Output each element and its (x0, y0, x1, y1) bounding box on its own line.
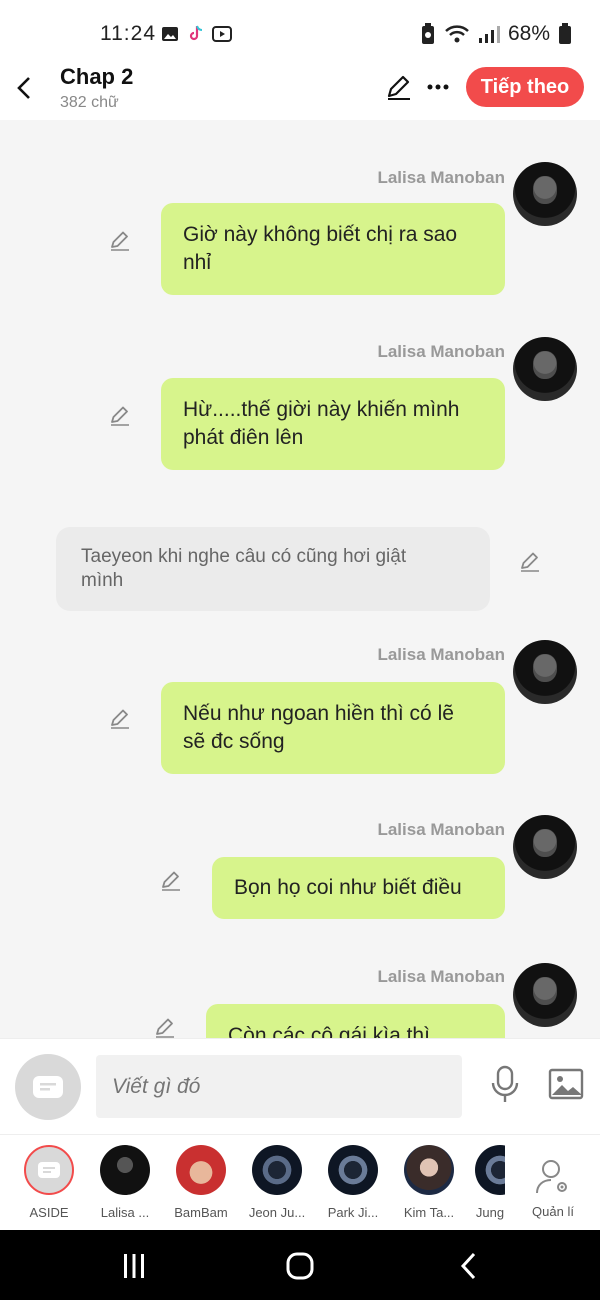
status-time: 11:24 (100, 22, 156, 45)
character-jeon[interactable]: Jeon Ju... (247, 1145, 307, 1220)
narration-line: Taeyeon khi nghe câu có cũng hơi giật (81, 546, 407, 567)
message-bubble[interactable]: Nếu như ngoan hiền thì có lẽ sẽ đc sống (161, 682, 505, 774)
sender-name: Lalisa Manoban (377, 645, 505, 664)
edit-pencil-icon[interactable] (518, 549, 542, 573)
avatar (100, 1145, 150, 1195)
back-button[interactable] (10, 70, 38, 106)
next-chapter-button[interactable]: Tiếp theo (466, 67, 584, 107)
avatar (24, 1145, 74, 1195)
character-label: ASIDE (29, 1205, 69, 1220)
message-line: sẽ đc sống (183, 730, 285, 753)
character-park[interactable]: Park Ji... (323, 1145, 383, 1220)
character-label: Lalisa ... (100, 1205, 150, 1220)
avatar[interactable] (513, 640, 577, 704)
page-title: Chap 2 (60, 64, 134, 89)
character-label: Kim Ta... (403, 1205, 455, 1220)
battery-icon (559, 23, 571, 44)
character-label: Jung (475, 1205, 505, 1220)
edit-pencil-icon[interactable] (159, 868, 183, 892)
avatar (176, 1145, 226, 1195)
battery-percent: 68% (507, 22, 550, 45)
message-line: phát điên lên (183, 426, 304, 449)
battery-saver-icon (421, 23, 434, 44)
message-bubble[interactable]: Giờ này không biết chị ra sao nhỉ (161, 203, 505, 295)
narration-line: mình (81, 570, 124, 591)
system-nav-bar (0, 1230, 600, 1300)
status-left-icons (160, 24, 232, 44)
edit-pencil-icon[interactable] (108, 706, 132, 730)
status-bar: 11:24 68% (0, 0, 600, 62)
gallery-icon (162, 27, 178, 41)
chevron-left-icon (17, 77, 30, 99)
image-icon[interactable] (548, 1067, 584, 1101)
character-aside[interactable]: ASIDE (19, 1145, 79, 1220)
narration-bubble[interactable]: Taeyeon khi nghe câu có cũng hơi giật mì… (56, 527, 490, 611)
wifi-icon (445, 25, 469, 43)
manage-characters-button[interactable]: Quản lí (520, 1145, 586, 1219)
sender-name: Lalisa Manoban (377, 820, 505, 839)
message-line: Còn các cô gái kìa thì (228, 1024, 430, 1038)
composer (0, 1038, 600, 1134)
character-strip: ASIDE Lalisa ... BamBam Jeon Ju... Park … (0, 1134, 600, 1230)
sender-name: Lalisa Manoban (377, 168, 505, 187)
more-button[interactable] (424, 72, 452, 102)
signal-icon (478, 26, 500, 43)
edit-pencil-icon[interactable] (153, 1015, 177, 1038)
word-count: 382 chữ (60, 94, 119, 111)
pencil-icon (387, 75, 410, 100)
avatar (475, 1145, 505, 1195)
avatar (328, 1145, 378, 1195)
edit-pencil-icon[interactable] (108, 403, 132, 427)
character-label: BamBam (174, 1205, 228, 1220)
aside-toggle-button[interactable] (15, 1054, 81, 1120)
person-settings-icon (536, 1160, 567, 1194)
avatar[interactable] (513, 162, 577, 226)
avatar (404, 1145, 454, 1195)
avatar[interactable] (513, 815, 577, 879)
character-jung[interactable]: Jung (475, 1145, 505, 1220)
character-kim[interactable]: Kim Ta... (399, 1145, 459, 1220)
avatar[interactable] (513, 337, 577, 401)
sender-name: Lalisa Manoban (377, 342, 505, 361)
narration-icon (33, 1076, 63, 1098)
status-right: 68% (420, 22, 572, 46)
edit-pencil-icon[interactable] (108, 228, 132, 252)
narration-icon (38, 1162, 60, 1178)
back-nav-icon[interactable] (454, 1250, 486, 1282)
message-line: Nếu như ngoan hiền thì có lẽ (183, 702, 454, 725)
message-input[interactable] (96, 1055, 462, 1118)
more-horizontal-icon (427, 84, 449, 90)
tiktok-icon (189, 25, 203, 41)
message-line: Hừ.....thế giời này khiến mình (183, 398, 460, 421)
manage-label: Quản lí (532, 1204, 574, 1219)
message-bubble[interactable]: Còn các cô gái kìa thì (206, 1004, 505, 1038)
chat-area[interactable]: Lalisa Manoban Giờ này không biết chị ra… (0, 120, 600, 1038)
header: Chap 2 382 chữ Tiếp theo (0, 62, 600, 120)
edit-button[interactable] (384, 72, 414, 102)
sender-name: Lalisa Manoban (377, 967, 505, 986)
character-bambam[interactable]: BamBam (171, 1145, 231, 1220)
message-line: Bọn họ coi như biết điều (234, 876, 462, 899)
avatar (252, 1145, 302, 1195)
message-line: Giờ này không biết chị ra sao (183, 223, 458, 246)
home-icon[interactable] (284, 1250, 316, 1282)
message-bubble[interactable]: Hừ.....thế giời này khiến mình phát điên… (161, 378, 505, 470)
character-lalisa[interactable]: Lalisa ... (95, 1145, 155, 1220)
character-label: Jeon Ju... (248, 1205, 306, 1220)
microphone-icon[interactable] (488, 1065, 522, 1105)
message-line: nhỉ (183, 251, 212, 274)
avatar[interactable] (513, 963, 577, 1027)
recent-apps-icon[interactable] (118, 1250, 150, 1282)
message-bubble[interactable]: Bọn họ coi như biết điều (212, 857, 505, 919)
youtube-icon (212, 26, 232, 42)
character-label: Park Ji... (327, 1205, 379, 1220)
